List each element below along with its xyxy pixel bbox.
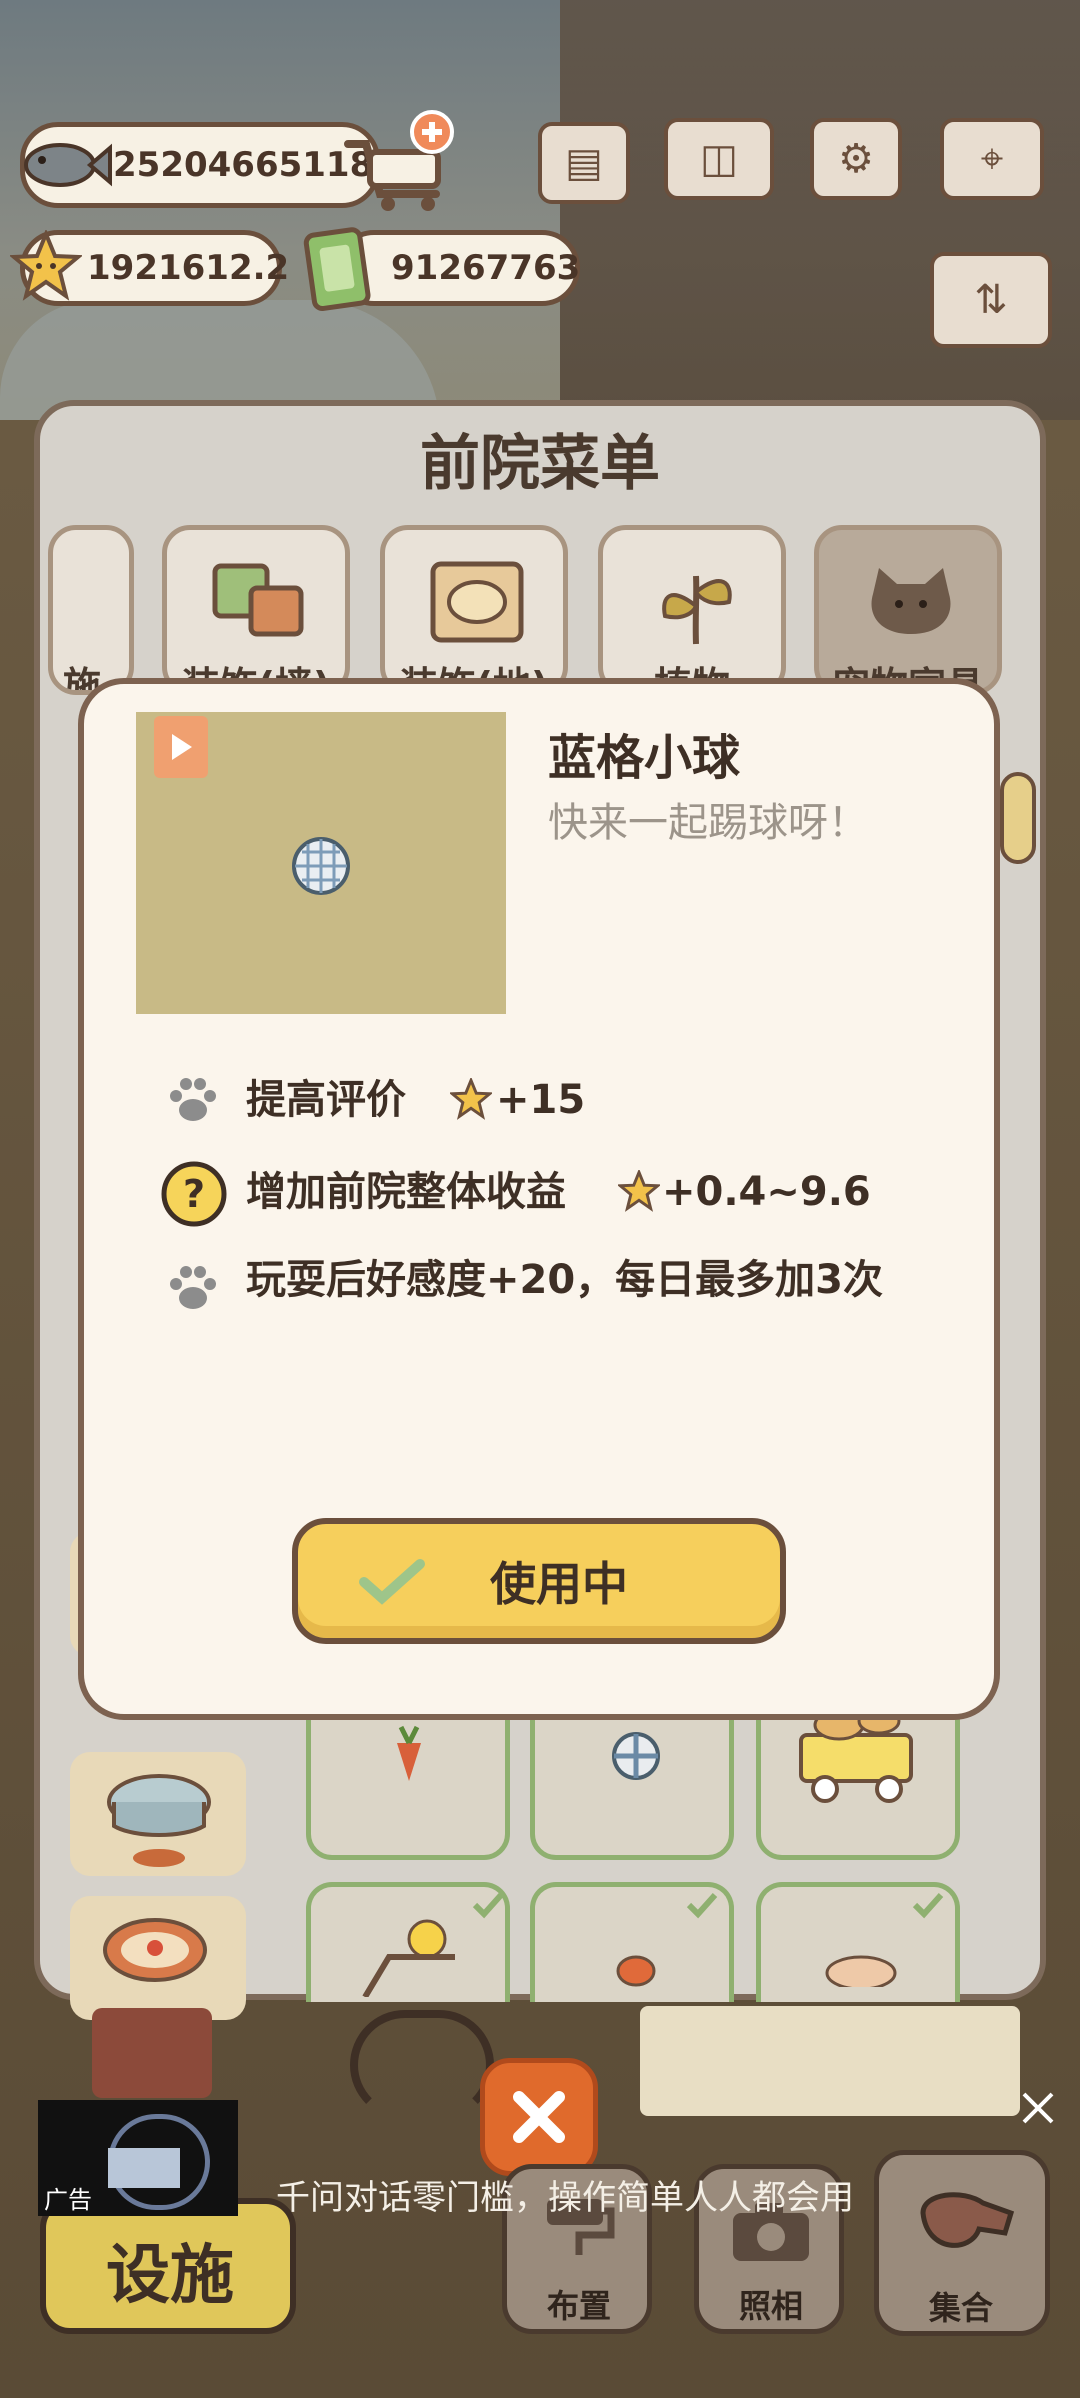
feature-rating-value: +15 <box>496 1077 586 1123</box>
item-preview <box>136 712 506 1014</box>
fruit-icon <box>616 1955 656 1987</box>
fish-coin-value: 25204665118 <box>113 145 374 185</box>
item-name: 蓝格小球 <box>548 730 741 786</box>
ad-close-button[interactable] <box>1018 2088 1058 2128</box>
owned-check-icon <box>472 1892 504 1919</box>
close-icon <box>513 2091 565 2143</box>
wall-decoration-icon <box>212 563 304 637</box>
fish-icon <box>14 122 114 208</box>
tab-floor-decoration[interactable]: 装饰(地) <box>380 525 568 695</box>
shop-cart-button[interactable] <box>340 108 458 216</box>
whistle-icon <box>920 2192 1015 2248</box>
map-button[interactable]: ⌖ <box>940 118 1044 200</box>
tab-cat-furniture[interactable]: 宠物家具 <box>814 525 1002 695</box>
feature-rating-label: 提高评价 <box>246 1077 406 1123</box>
ad-thumbnail[interactable]: 广告 <box>38 2100 238 2216</box>
star-value: 1921612.2 <box>87 248 290 288</box>
tab-plant[interactable]: 植物 <box>598 525 786 695</box>
layout-label: 布置 <box>547 2287 612 2325</box>
check-icon <box>358 1556 426 1610</box>
dish-table-icon <box>103 1918 207 1982</box>
video-preview-icon[interactable] <box>152 714 210 780</box>
gear-icon: ⚙ <box>838 136 874 182</box>
paw-icon <box>166 1262 220 1316</box>
feature-income-label: 增加前院整体收益 <box>246 1169 566 1215</box>
owned-check-icon <box>686 1892 718 1919</box>
close-menu-button[interactable] <box>480 2058 598 2176</box>
cat-furniture-icon <box>871 568 951 634</box>
gather-label: 集合 <box>929 2289 994 2327</box>
facility-label: 设施 <box>106 2239 234 2313</box>
map-icon: ⌖ <box>980 136 1004 182</box>
gift-box-decoration <box>92 2008 212 2098</box>
album-button[interactable]: ◫ <box>664 118 774 200</box>
sort-icon: ⇅ <box>974 277 1008 323</box>
flower-pot-icon <box>362 1919 455 1997</box>
feature-income-value: +0.4~9.6 <box>662 1169 871 1215</box>
carrot-icon <box>397 1725 421 1781</box>
gather-button[interactable]: 集合 <box>874 2150 1050 2336</box>
cash-value: 91267763 <box>391 248 581 288</box>
notice-board-button[interactable]: ▤ <box>538 122 630 204</box>
item-cell-flower-bike[interactable] <box>306 1882 510 2002</box>
tab-facility[interactable]: 施 <box>48 525 134 695</box>
shop-building-decoration <box>640 2006 1020 2116</box>
bicycle-wheel-decoration <box>350 2010 494 2120</box>
cart-plus-icon <box>344 110 454 211</box>
menu-title: 前院菜单 <box>420 429 660 499</box>
blue-ball-icon <box>292 837 350 895</box>
ad-text[interactable]: 千问对话零门槛，操作简单人人都会用 <box>276 2170 854 2219</box>
sort-toggle-button[interactable]: ⇅ <box>930 252 1052 348</box>
item-cell-bread[interactable] <box>756 1882 960 2002</box>
album-icon: ◫ <box>700 136 738 182</box>
side-item-cell[interactable] <box>70 1752 246 1876</box>
settings-button[interactable]: ⚙ <box>810 118 902 200</box>
owned-check-icon <box>912 1892 944 1919</box>
notice-board-icon: ▤ <box>565 140 603 186</box>
tab-wall-decoration[interactable]: 装饰(墙) <box>162 525 350 695</box>
star-icon <box>448 1076 494 1124</box>
item-description: 快来一起踢球呀！ <box>548 800 868 846</box>
scene-house <box>560 0 1080 420</box>
feature-affection-label: 玩耍后好感度+20，每日最多加3次 <box>246 1257 884 1303</box>
floor-decoration-icon <box>430 561 524 643</box>
svg-text:?: ? <box>183 1172 205 1216</box>
in-use-label: 使用中 <box>490 1557 628 1611</box>
plant-icon <box>662 575 732 645</box>
bread-icon <box>825 1955 897 1987</box>
star-icon <box>8 226 84 306</box>
side-item-cell[interactable] <box>70 1896 246 2020</box>
question-icon[interactable]: ? <box>160 1160 228 1232</box>
round-table-icon <box>107 1774 211 1867</box>
photo-label: 照相 <box>739 2287 804 2325</box>
facility-button[interactable]: 设施 <box>40 2198 296 2334</box>
close-icon <box>1022 2092 1054 2124</box>
paw-icon <box>166 1074 220 1128</box>
ad-image <box>108 2148 180 2188</box>
ad-badge: 广告 <box>44 2186 92 2214</box>
cash-icon <box>298 222 378 314</box>
scroll-handle[interactable] <box>1000 772 1036 864</box>
item-cell-fruit[interactable] <box>530 1882 734 2002</box>
blue-ball-icon <box>612 1732 660 1780</box>
star-icon <box>616 1168 662 1216</box>
